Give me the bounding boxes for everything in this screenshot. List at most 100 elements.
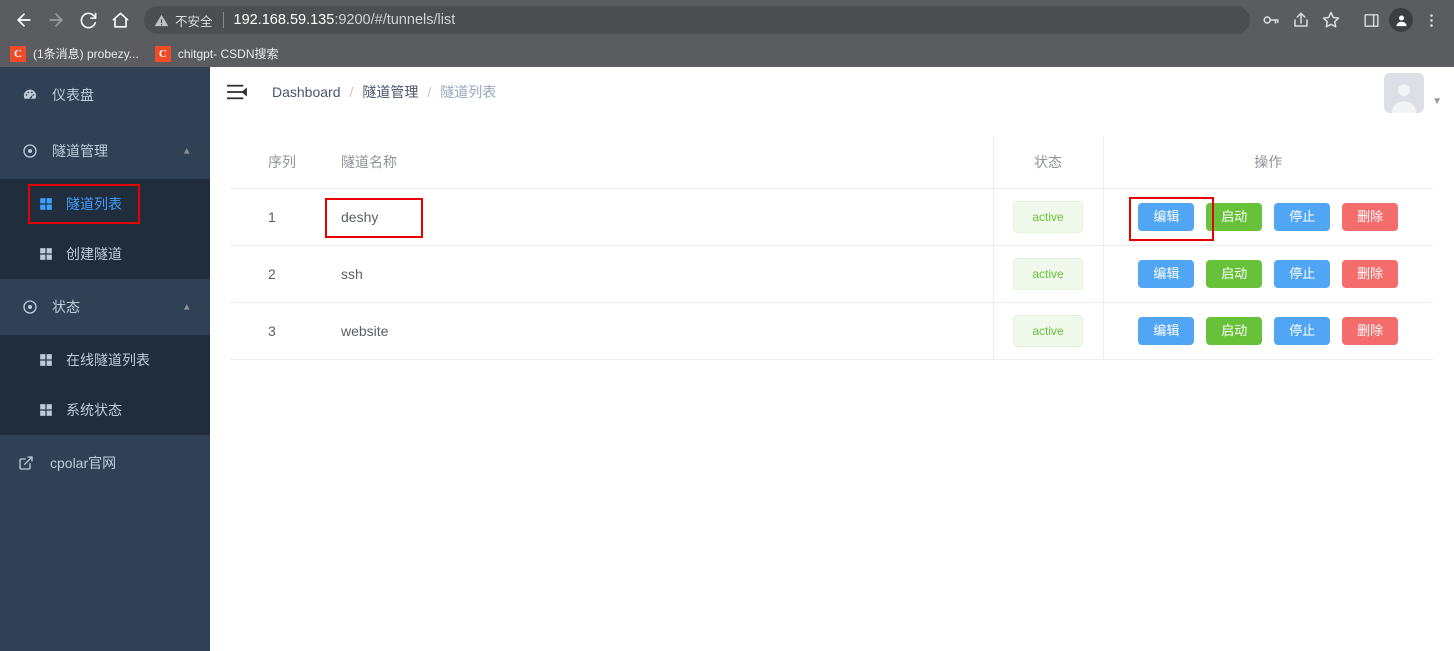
csdn-favicon-icon: C: [10, 45, 26, 62]
table-header-row: 序列 隧道名称 状态 操作: [230, 137, 1433, 189]
cell-status: active: [992, 245, 1103, 303]
delete-button[interactable]: 删除: [1342, 202, 1399, 231]
sidebar-group-label: 隧道管理: [52, 143, 108, 159]
sidebar-item-label: 仪表盘: [52, 87, 94, 103]
browser-chrome: 不安全 192.168.59.135:9200/#/tunnels/list C…: [0, 0, 1454, 67]
breadcrumb-separator: /: [349, 84, 354, 100]
key-icon[interactable]: [1256, 5, 1286, 35]
breadcrumb-separator: /: [427, 84, 432, 100]
home-icon[interactable]: [104, 4, 136, 36]
hamburger-icon[interactable]: [226, 83, 248, 101]
grid-icon: [38, 403, 54, 417]
profile-icon[interactable]: [1386, 5, 1416, 35]
url-host: 192.168.59.135: [233, 12, 335, 28]
start-button[interactable]: 启动: [1206, 259, 1263, 288]
tunnels-table: 序列 隧道名称 状态 操作 1 deshy active 编辑 启动 停止 删除…: [230, 137, 1433, 360]
column-header-actions: 操作: [1102, 137, 1433, 189]
external-link-icon: [16, 455, 36, 471]
table-body: 1 deshy active 编辑 启动 停止 删除 2 ssh active …: [230, 188, 1433, 360]
app-container: 仪表盘 隧道管理 ▾ 隧道列表 创建隧道 状态 ▾ 在线隧道列表 系统状态 cp…: [0, 67, 1454, 651]
table-head: 序列 隧道名称 状态 操作: [230, 137, 1433, 189]
start-button[interactable]: 启动: [1206, 202, 1263, 231]
top-navbar: Dashboard / 隧道管理 / 隧道列表 ▼: [210, 67, 1454, 117]
bookmark-label: chitgpt- CSDN搜索: [177, 47, 279, 61]
grid-icon: [38, 247, 54, 261]
more-menu-icon[interactable]: [1416, 5, 1446, 35]
table-container: 序列 隧道名称 状态 操作 1 deshy active 编辑 启动 停止 删除…: [210, 117, 1454, 360]
sidebar-item-dashboard[interactable]: 仪表盘: [0, 67, 210, 123]
avatar[interactable]: [1384, 73, 1425, 113]
table-row: 1 deshy active 编辑 启动 停止 删除: [230, 188, 1433, 246]
stop-button[interactable]: 停止: [1274, 259, 1331, 288]
stop-button[interactable]: 停止: [1274, 316, 1331, 345]
edit-button[interactable]: 编辑: [1138, 259, 1195, 288]
star-icon[interactable]: [1316, 5, 1346, 35]
csdn-favicon-icon: C: [154, 45, 171, 62]
stop-button[interactable]: 停止: [1274, 202, 1331, 231]
sidebar-item-create-tunnel[interactable]: 创建隧道: [0, 229, 210, 279]
chevron-up-icon: ▾: [184, 144, 190, 157]
edit-button[interactable]: 编辑: [1138, 316, 1195, 345]
browser-toolbar: 不安全 192.168.59.135:9200/#/tunnels/list: [0, 0, 1454, 40]
sidebar-item-cpolar-website[interactable]: cpolar官网: [0, 435, 210, 491]
table-row: 2 ssh active 编辑 启动 停止 删除: [230, 245, 1433, 303]
cell-name: website: [325, 302, 993, 360]
cell-name: ssh: [325, 245, 993, 303]
bookmark-item[interactable]: C chitgpt- CSDN搜索: [154, 45, 279, 62]
sidepanel-icon[interactable]: [1356, 5, 1386, 35]
caret-down-icon[interactable]: ▼: [1432, 96, 1442, 107]
status-badge: active: [1013, 314, 1083, 347]
sidebar-item-label: 系统状态: [66, 402, 122, 418]
sidebar-item-label: 隧道列表: [66, 196, 122, 212]
profile-avatar: [1389, 8, 1413, 32]
sidebar: 仪表盘 隧道管理 ▾ 隧道列表 创建隧道 状态 ▾ 在线隧道列表 系统状态 cp…: [0, 67, 210, 651]
cell-index: 3: [230, 302, 325, 360]
cell-name: deshy: [325, 188, 993, 246]
column-header-status: 状态: [992, 137, 1103, 189]
sidebar-item-online-tunnel-list[interactable]: 在线隧道列表: [0, 335, 210, 385]
cell-actions: 编辑 启动 停止 删除: [1102, 302, 1433, 360]
bookmarks-bar: C (1条消息) probezy... C chitgpt- CSDN搜索: [0, 40, 1454, 67]
start-button[interactable]: 启动: [1206, 316, 1263, 345]
cell-status: active: [992, 302, 1103, 360]
bookmark-label: (1条消息) probezy...: [33, 47, 139, 61]
sidebar-submenu-tunnel: 隧道列表 创建隧道: [0, 179, 210, 279]
sidebar-group-tunnel-management[interactable]: 隧道管理 ▾: [0, 123, 210, 179]
sidebar-group-status[interactable]: 状态 ▾: [0, 279, 210, 335]
cell-status: active: [992, 188, 1103, 246]
back-arrow-icon[interactable]: [8, 4, 40, 36]
tunnel-icon: [20, 143, 40, 159]
sidebar-item-system-status[interactable]: 系统状态: [0, 385, 210, 435]
sidebar-item-label: cpolar官网: [50, 455, 117, 471]
grid-icon: [38, 353, 54, 367]
reload-icon[interactable]: [72, 4, 104, 36]
share-icon[interactable]: [1286, 5, 1316, 35]
omnibox-divider: [222, 12, 224, 28]
not-secure-label: 不安全: [175, 14, 213, 29]
column-header-index: 序列: [230, 137, 325, 189]
delete-button[interactable]: 删除: [1342, 316, 1399, 345]
bookmark-item[interactable]: C (1条消息) probezy...: [10, 45, 139, 62]
forward-arrow-icon[interactable]: [40, 4, 72, 36]
cell-actions: 编辑 启动 停止 删除: [1102, 245, 1433, 303]
address-bar[interactable]: 不安全 192.168.59.135:9200/#/tunnels/list: [144, 6, 1250, 34]
breadcrumb-item-dashboard[interactable]: Dashboard: [272, 84, 341, 100]
table-row: 3 website active 编辑 启动 停止 删除: [230, 302, 1433, 360]
status-badge: active: [1013, 257, 1083, 290]
chevron-up-icon: ▾: [184, 300, 190, 313]
edit-button[interactable]: 编辑: [1138, 202, 1195, 231]
breadcrumb: Dashboard / 隧道管理 / 隧道列表: [272, 82, 496, 102]
toolbar-icons: [1256, 5, 1446, 35]
sidebar-group-label: 状态: [52, 299, 80, 315]
breadcrumb-item-tunnel-list: 隧道列表: [440, 84, 497, 100]
delete-button[interactable]: 删除: [1342, 259, 1399, 288]
cell-index: 2: [230, 245, 325, 303]
url-path: :9200/#/tunnels/list: [334, 12, 456, 28]
sidebar-item-tunnel-list[interactable]: 隧道列表: [0, 179, 210, 229]
sidebar-item-label: 在线隧道列表: [66, 352, 150, 368]
breadcrumb-item-tunnel-management[interactable]: 隧道管理: [362, 82, 418, 102]
sidebar-submenu-status: 在线隧道列表 系统状态: [0, 335, 210, 435]
navbar-right-menu: ▼: [1384, 73, 1442, 113]
cell-index: 1: [230, 188, 325, 246]
not-secure-icon: [154, 13, 169, 28]
